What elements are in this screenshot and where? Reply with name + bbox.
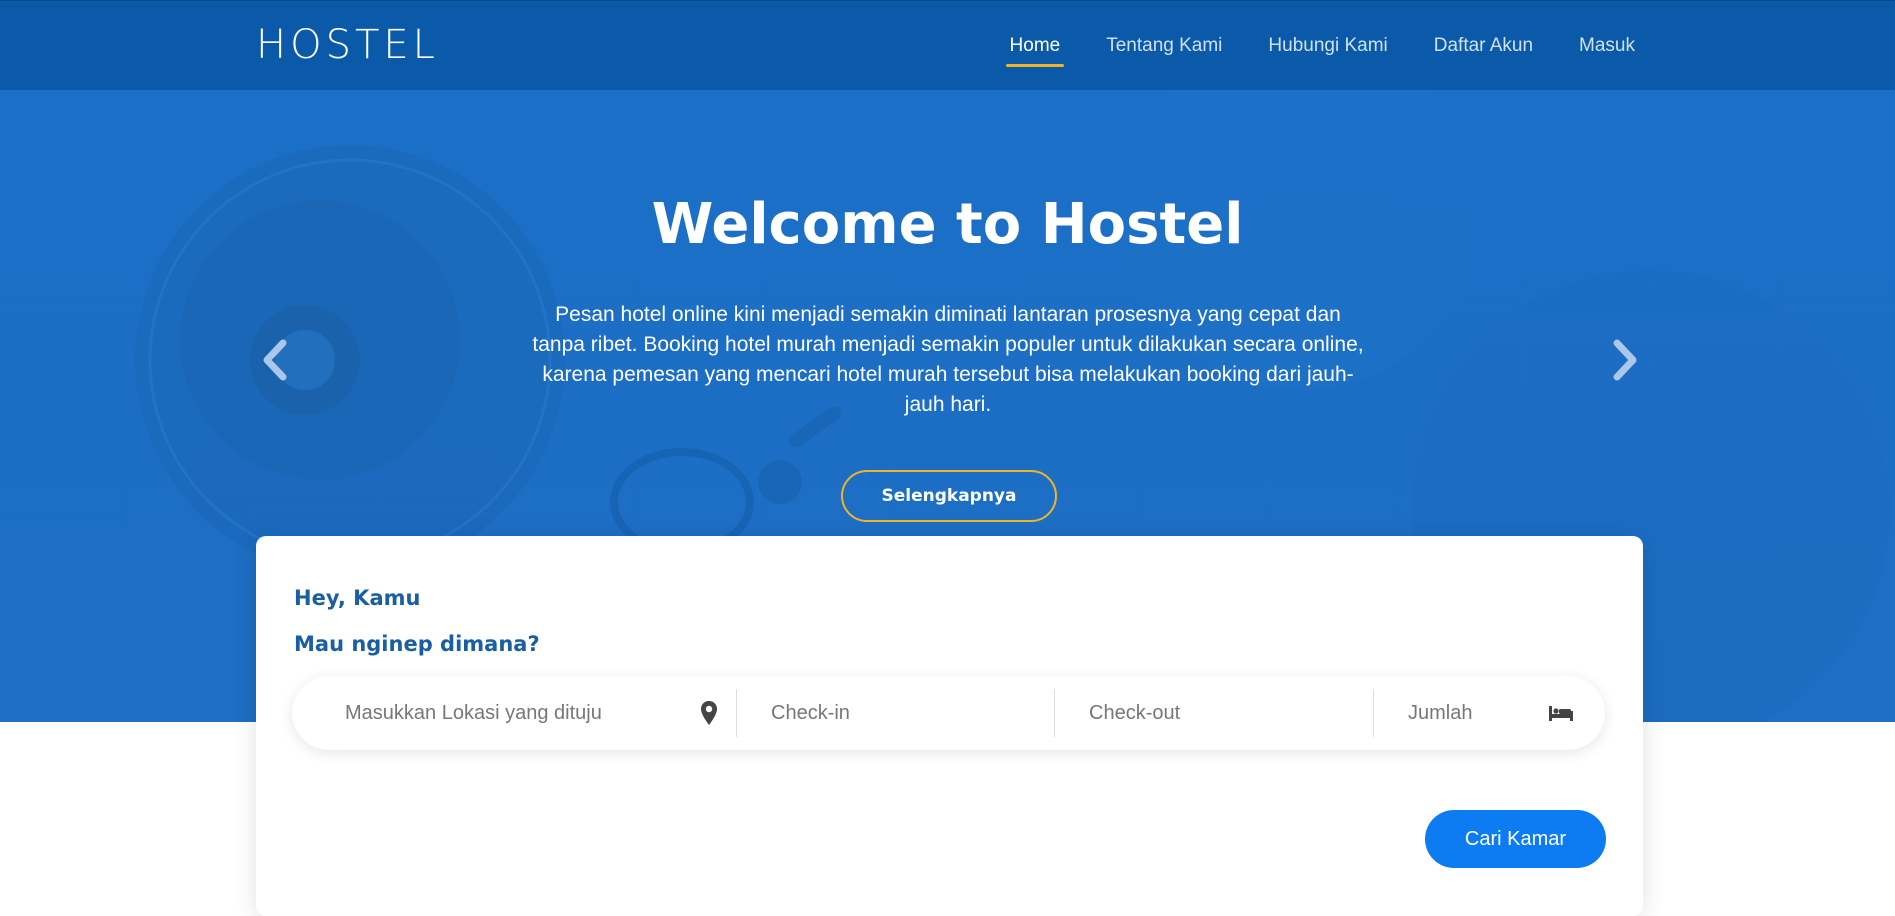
search-question: Mau nginep dimana? xyxy=(294,632,540,656)
map-pin-icon xyxy=(701,701,717,725)
chevron-left-icon[interactable] xyxy=(255,335,295,385)
guests-input[interactable]: Jumlah xyxy=(1408,676,1548,750)
bed-icon xyxy=(1549,706,1573,721)
nav-link-hubungi-kami[interactable]: Hubungi Kami xyxy=(1264,27,1391,65)
chevron-right-icon[interactable] xyxy=(1605,335,1645,385)
hero-description: Pesan hotel online kini menjadi semakin … xyxy=(532,303,1364,416)
field-divider xyxy=(1054,689,1055,737)
brand-logo[interactable]: HOSTEL xyxy=(256,21,439,69)
location-input[interactable]: Masukkan Lokasi yang dituju xyxy=(345,676,685,750)
top-navbar: HOSTEL Home Tentang Kami Hubungi Kami Da… xyxy=(0,0,1895,90)
search-bar: Masukkan Lokasi yang dituju Check-in Che… xyxy=(292,676,1605,750)
nav-link-masuk[interactable]: Masuk xyxy=(1575,27,1639,65)
nav-links: Home Tentang Kami Hubungi Kami Daftar Ak… xyxy=(968,1,1639,91)
field-divider xyxy=(1373,689,1374,737)
cari-kamar-button[interactable]: Cari Kamar xyxy=(1425,810,1606,868)
selengkapnya-button[interactable]: Selengkapnya xyxy=(841,470,1057,522)
booking-search-card: Hey, Kamu Mau nginep dimana? Masukkan Lo… xyxy=(256,536,1643,916)
field-divider xyxy=(736,689,737,737)
nav-link-tentang-kami[interactable]: Tentang Kami xyxy=(1102,27,1226,65)
nav-link-home[interactable]: Home xyxy=(1005,27,1065,67)
checkin-input[interactable]: Check-in xyxy=(771,676,1051,750)
greeting-text: Hey, Kamu xyxy=(294,586,421,610)
nav-link-daftar-akun[interactable]: Daftar Akun xyxy=(1430,27,1537,65)
hero-title: Welcome to Hostel xyxy=(651,192,1244,257)
checkout-input[interactable]: Check-out xyxy=(1089,676,1369,750)
